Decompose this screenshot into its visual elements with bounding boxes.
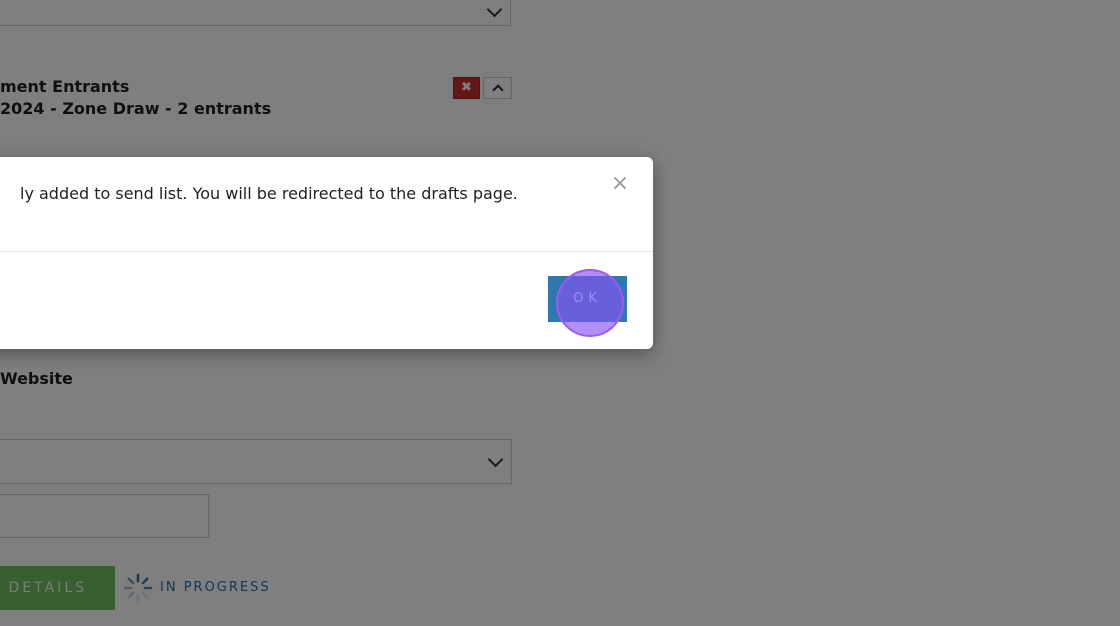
modal-divider xyxy=(0,251,653,252)
modal-message: ly added to send list. You will be redir… xyxy=(20,184,518,203)
close-icon[interactable]: × xyxy=(609,172,631,196)
ok-button[interactable]: OK xyxy=(548,276,627,322)
